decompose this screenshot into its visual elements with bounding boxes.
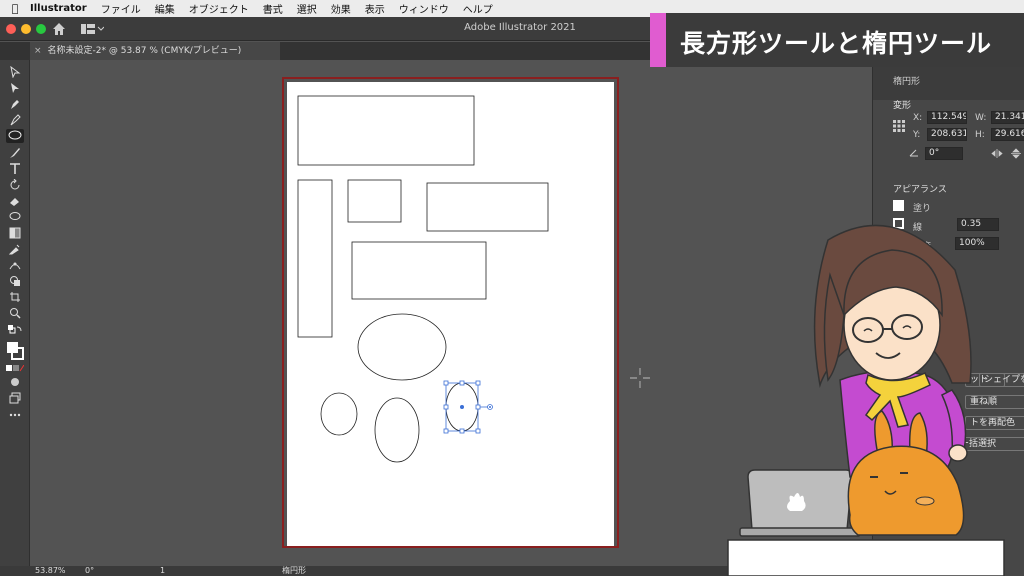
laptop-icon	[739, 469, 861, 537]
curvature-tool-icon[interactable]	[6, 114, 24, 128]
rectangle-shape	[351, 241, 487, 300]
w-label: W:	[975, 113, 987, 123]
menu-edit[interactable]: 編集	[155, 1, 175, 16]
rotation-value[interactable]: 0°	[85, 566, 94, 576]
selection-tool-icon[interactable]	[6, 66, 24, 80]
screen:  Illustrator ファイル 編集 オブジェクト 書式 選択 効果 表示…	[0, 0, 1024, 576]
rectangle-shape	[347, 179, 402, 223]
zoom-window-button[interactable]	[36, 24, 46, 34]
eyedropper-tool-icon[interactable]	[6, 243, 24, 257]
artwork	[297, 95, 549, 463]
h-label: H:	[975, 130, 985, 140]
y-label: Y:	[913, 130, 921, 140]
tools-panel	[0, 60, 30, 566]
gradient-tool-icon[interactable]	[6, 227, 24, 241]
rotate-tool-icon[interactable]	[6, 179, 24, 193]
menu-view[interactable]: 表示	[365, 1, 385, 16]
ellipse-shape	[320, 392, 358, 436]
eraser-tool-icon[interactable]	[6, 195, 24, 209]
menu-help[interactable]: ヘルプ	[463, 1, 493, 16]
document-tab-label: 名称未設定-2* @ 53.87 % (CMYK/プレビュー)	[47, 46, 242, 56]
x-field[interactable]: 112.549	[927, 111, 967, 124]
rectangle-shape	[297, 179, 333, 338]
zoom-level[interactable]: 53.87%	[35, 566, 66, 576]
shape-builder-tool-icon[interactable]	[6, 275, 24, 289]
crosshair-cursor-icon	[630, 368, 650, 388]
y-field[interactable]: 208.631	[927, 128, 967, 141]
appearance-heading: アピアランス	[893, 185, 947, 195]
menu-effect[interactable]: 効果	[331, 1, 351, 16]
h-field[interactable]: 29.616	[991, 128, 1024, 141]
direct-selection-tool-icon[interactable]	[6, 82, 24, 96]
paintbrush-tool-icon[interactable]	[6, 147, 24, 161]
menu-object[interactable]: オブジェクト	[189, 1, 249, 16]
rectangle-shape	[426, 182, 549, 232]
apple-icon[interactable]: 	[0, 2, 30, 15]
menu-file[interactable]: ファイル	[101, 1, 141, 16]
flip-horizontal-icon[interactable]	[991, 149, 1003, 158]
type-tool-icon[interactable]	[6, 163, 24, 177]
lasso-tool-icon[interactable]	[6, 211, 24, 225]
angle-icon	[909, 149, 918, 157]
menu-select[interactable]: 選択	[297, 1, 317, 16]
screen-mode-icon[interactable]	[6, 392, 24, 406]
zoom-tool-icon[interactable]	[6, 307, 24, 321]
transform-heading: 変形	[893, 101, 912, 111]
window-controls	[6, 24, 46, 34]
fill-swatch[interactable]	[893, 200, 904, 211]
rectangle-shape	[297, 95, 475, 166]
pen-tool-icon[interactable]	[6, 98, 24, 112]
w-field[interactable]: 21.341	[991, 111, 1024, 124]
artboard-tool-icon[interactable]	[6, 291, 24, 305]
more-tools-icon[interactable]	[6, 412, 24, 426]
menu-window[interactable]: ウィンドウ	[399, 1, 449, 16]
current-tool-name: 楕円形	[282, 566, 306, 575]
fill-label: 塗り	[913, 204, 932, 214]
window-title: Adobe Illustrator 2021	[464, 22, 576, 33]
minimize-window-button[interactable]	[21, 24, 31, 34]
artboard-number[interactable]: 1	[160, 566, 165, 576]
artboard[interactable]	[287, 82, 614, 546]
desk	[727, 539, 1005, 576]
angle-field[interactable]: 0°	[925, 147, 963, 160]
draw-mode-icon[interactable]	[6, 376, 24, 390]
close-window-button[interactable]	[6, 24, 16, 34]
menu-type[interactable]: 書式	[263, 1, 283, 16]
banner-title: 長方形ツールと楕円ツール	[680, 29, 993, 58]
x-label: X:	[913, 113, 923, 123]
document-tab[interactable]: × 名称未設定-2* @ 53.87 % (CMYK/プレビュー)	[30, 42, 280, 60]
selection-type: 楕円形	[893, 77, 921, 87]
menu-app-name[interactable]: Illustrator	[30, 3, 87, 14]
close-tab-icon[interactable]: ×	[34, 46, 42, 56]
presenter-illustration	[727, 224, 1005, 576]
home-icon[interactable]	[51, 21, 67, 37]
banner-accent-bar	[650, 13, 666, 67]
puppet-warp-tool-icon[interactable]	[6, 259, 24, 273]
workspace-switcher-icon[interactable]	[80, 23, 104, 35]
reference-point-icon[interactable]	[893, 120, 905, 132]
ellipse-tool-icon[interactable]	[6, 129, 24, 143]
caption-banner: 長方形ツールと楕円ツール	[650, 13, 1024, 67]
default-colors-icon[interactable]	[6, 325, 24, 339]
ellipse-shape	[374, 397, 420, 463]
flip-vertical-icon[interactable]	[1011, 148, 1021, 159]
ellipse-shape	[357, 313, 447, 381]
fill-stroke-swatch[interactable]	[6, 341, 24, 361]
